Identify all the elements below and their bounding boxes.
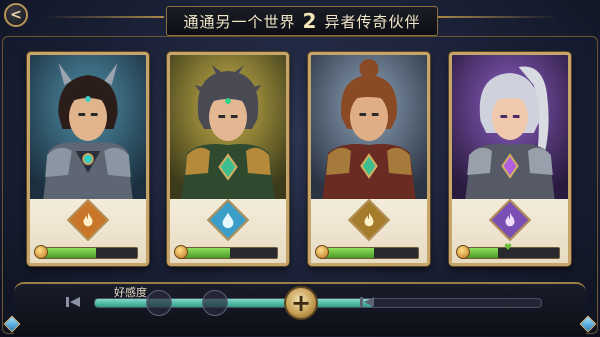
affinity-bar	[178, 247, 278, 259]
hero-portrait-jeweled-tunic	[170, 55, 286, 199]
element-badge-fire	[347, 198, 391, 242]
add-affinity-button[interactable]: +	[284, 286, 318, 320]
title-number: 2	[302, 9, 318, 33]
water-drop-icon	[222, 212, 234, 229]
back-button[interactable]: <	[4, 3, 28, 27]
title-banner: 通通另一个世界 2 异者传奇伙伴	[166, 6, 438, 36]
title-prefix: 通通另一个世界	[183, 12, 296, 31]
hero-card-info: ♥	[452, 198, 568, 263]
left-arrow-icon	[360, 297, 374, 307]
back-arrow-icon: <	[10, 7, 22, 23]
affinity-orb-icon	[315, 245, 329, 259]
left-arrow-icon	[66, 297, 80, 307]
hero-card-3[interactable]	[308, 52, 430, 266]
fire-icon	[83, 212, 93, 227]
next-arrow-button[interactable]	[356, 294, 378, 310]
banner-left-ornament	[44, 16, 164, 18]
element-badge-shadow-fire	[488, 198, 532, 242]
hero-card-2[interactable]	[167, 52, 289, 266]
affinity-orb-icon	[34, 245, 48, 259]
shadow-flame-icon	[505, 212, 515, 227]
gift-slot-1[interactable]	[146, 290, 172, 316]
title-suffix: 异者传奇伙伴	[324, 12, 421, 31]
hero-card-1[interactable]	[27, 52, 149, 266]
hero-card-info	[311, 198, 427, 263]
hero-card-info	[30, 198, 146, 263]
element-badge-fire	[66, 198, 110, 242]
affinity-bar	[319, 247, 419, 259]
element-badge-water	[206, 198, 250, 242]
hero-card-info	[170, 198, 286, 263]
affinity-progress-fill	[95, 299, 372, 307]
affinity-orb-icon	[174, 245, 188, 259]
prev-arrow-button[interactable]	[62, 294, 84, 310]
plus-icon: +	[290, 289, 312, 317]
fire-icon	[364, 212, 374, 227]
affinity-orb-icon	[456, 245, 470, 259]
hero-portrait-topknot	[311, 55, 427, 199]
banner-right-ornament	[438, 16, 558, 18]
affinity-bar	[38, 247, 138, 259]
hero-card-4[interactable]: ♥	[449, 52, 571, 266]
hero-portrait-silver-hair	[452, 55, 568, 199]
gift-slot-2[interactable]	[202, 290, 228, 316]
hero-portrait-horned-armor	[30, 55, 146, 199]
heart-icon: ♥	[504, 243, 513, 253]
